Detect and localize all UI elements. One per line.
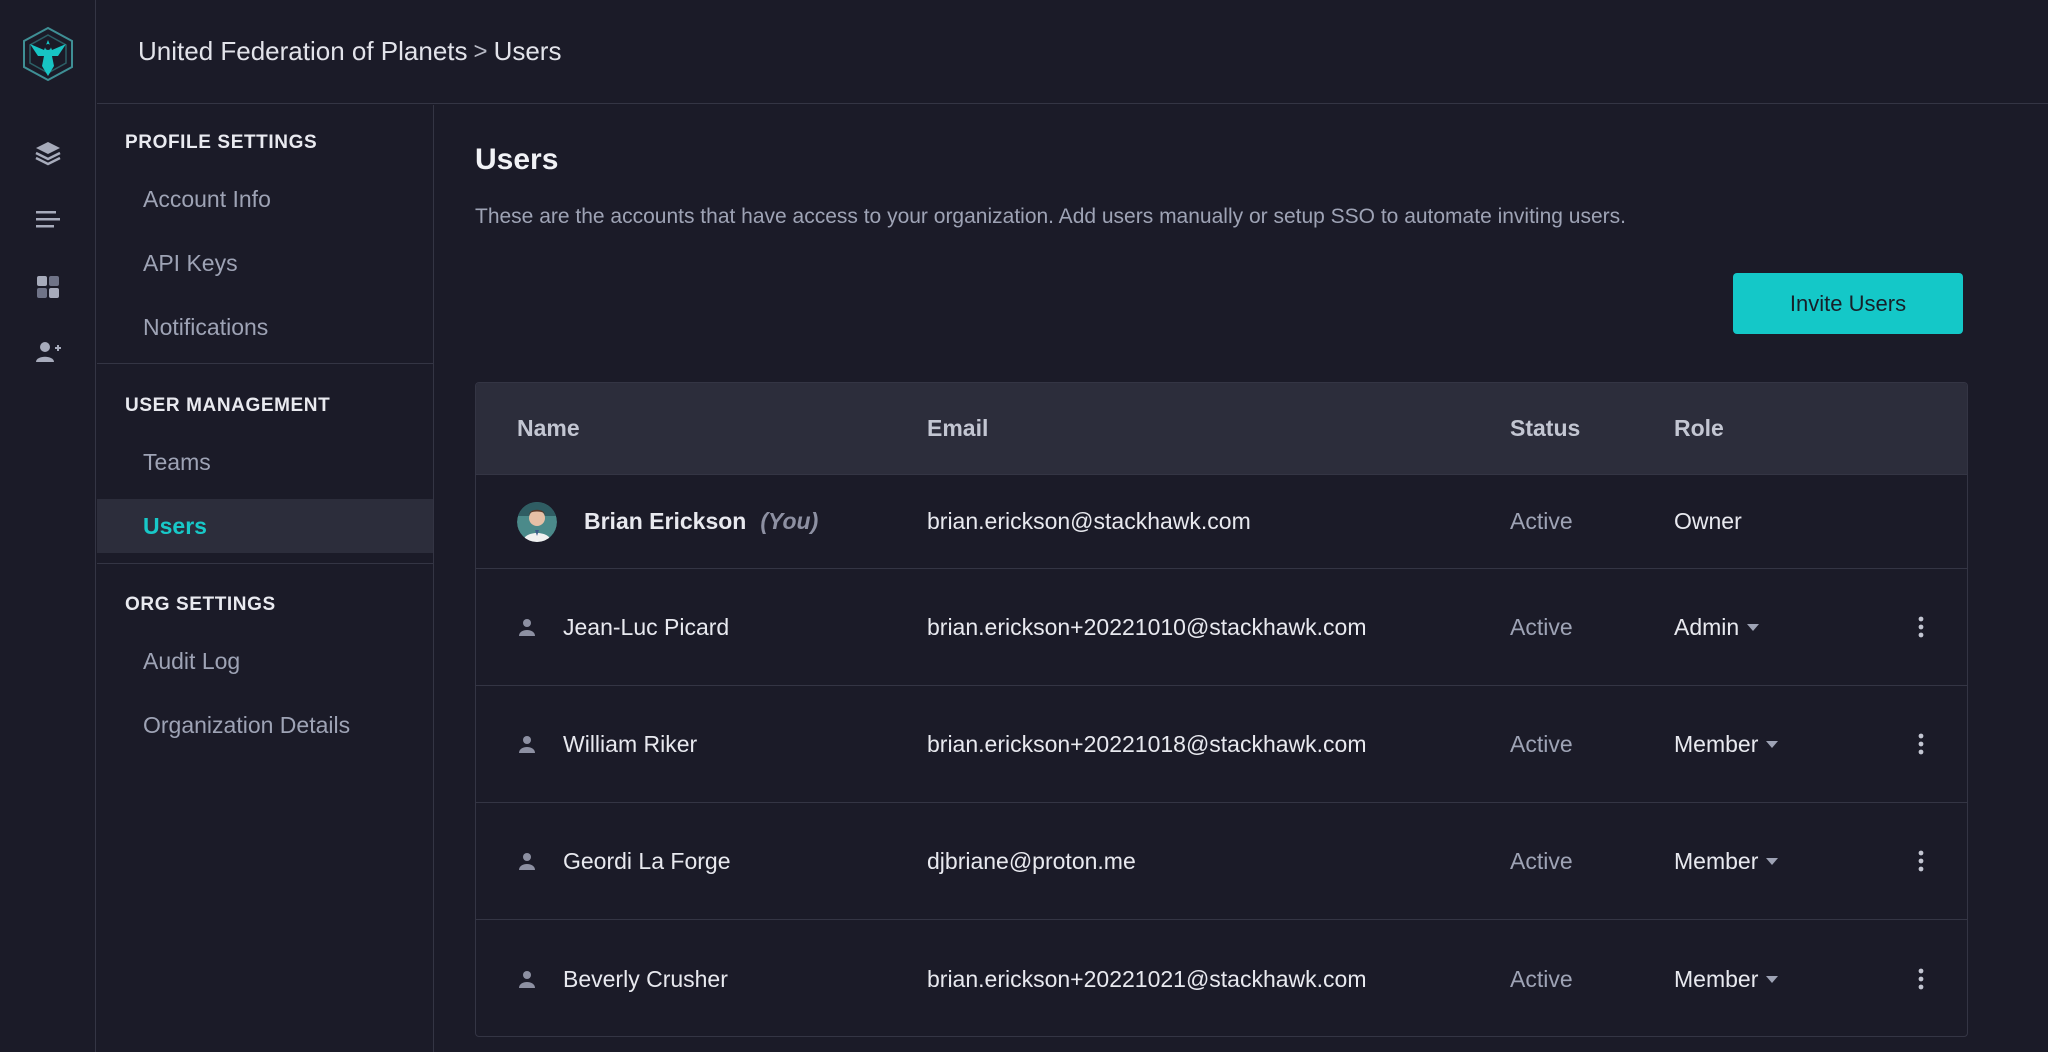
status-badge: Active — [1510, 508, 1573, 534]
status-badge: Active — [1510, 965, 1573, 992]
sidebar-divider — [97, 363, 433, 364]
section-title-profile: PROFILE SETTINGS — [125, 132, 318, 153]
dashboard-icon[interactable] — [32, 271, 64, 303]
sidebar-item-organization-details[interactable]: Organization Details — [97, 698, 433, 752]
user-email: brian.erickson+20221018@stackhawk.com — [927, 730, 1367, 757]
breadcrumb-separator: > — [473, 37, 488, 65]
role-dropdown[interactable]: Admin — [1674, 569, 1760, 685]
sidebar-divider — [97, 563, 433, 564]
status-badge: Active — [1510, 613, 1573, 640]
breadcrumb-org-link[interactable]: United Federation of Planets — [138, 36, 468, 67]
table-row: Geordi La Forge djbriane@proton.me Activ… — [476, 802, 1967, 919]
breadcrumb-current: Users — [493, 36, 562, 66]
role-dropdown[interactable]: Member — [1674, 686, 1779, 802]
user-icon — [519, 736, 535, 753]
sidebar-item-api-keys[interactable]: API Keys — [97, 236, 433, 290]
page-description: These are the accounts that have access … — [475, 205, 1626, 228]
user-name-cell: Beverly Crusher — [517, 920, 728, 1036]
table-row: Brian Erickson (You) brian.erickson@stac… — [476, 474, 1967, 568]
user-email: brian.erickson+20221021@stackhawk.com — [927, 965, 1367, 992]
role-dropdown[interactable]: Member — [1674, 920, 1779, 1036]
user-name: William Riker — [563, 730, 698, 757]
users-table: Name Email Status Role Brian Erickson (Y… — [475, 382, 1968, 1037]
row-actions-button[interactable] — [1918, 569, 1924, 685]
row-actions-button[interactable] — [1918, 920, 1924, 1036]
role-value: Member — [1674, 847, 1759, 874]
chevron-down-icon — [1766, 857, 1779, 865]
logo-icon[interactable] — [20, 26, 76, 82]
status-badge: Active — [1510, 847, 1573, 874]
column-header-status[interactable]: Status — [1510, 383, 1580, 474]
user-icon — [519, 971, 535, 988]
user-name: Geordi La Forge — [563, 847, 731, 874]
settings-sidebar: PROFILE SETTINGS Account Info API Keys N… — [97, 105, 434, 1052]
you-label: (You) — [760, 508, 819, 534]
sidebar-item-account-info[interactable]: Account Info — [97, 172, 433, 226]
kebab-menu-icon — [1918, 733, 1924, 755]
user-name-cell: Brian Erickson (You) — [517, 475, 818, 568]
user-icon — [519, 619, 535, 636]
table-row: Beverly Crusher brian.erickson+20221021@… — [476, 919, 1967, 1036]
role-value: Member — [1674, 730, 1759, 757]
user-email: djbriane@proton.me — [927, 847, 1136, 874]
role-value: Member — [1674, 965, 1759, 992]
column-header-role[interactable]: Role — [1674, 383, 1724, 474]
kebab-menu-icon — [1918, 968, 1924, 990]
chevron-down-icon — [1766, 975, 1779, 983]
invite-users-button[interactable]: Invite Users — [1733, 273, 1963, 334]
table-header: Name Email Status Role — [476, 383, 1967, 474]
user-name-cell: Geordi La Forge — [517, 803, 730, 919]
role-label: Owner — [1674, 508, 1742, 534]
table-row: Jean-Luc Picard brian.erickson+20221010@… — [476, 568, 1967, 685]
user-name-cell: Jean-Luc Picard — [517, 569, 729, 685]
column-header-email[interactable]: Email — [927, 383, 988, 474]
user-icon — [519, 853, 535, 870]
sidebar-item-users[interactable]: Users — [97, 499, 433, 553]
row-actions-button[interactable] — [1918, 686, 1924, 802]
list-icon[interactable] — [32, 204, 64, 236]
chevron-down-icon — [1766, 740, 1779, 748]
app-rail — [0, 0, 96, 1052]
sidebar-item-audit-log[interactable]: Audit Log — [97, 634, 433, 688]
table-row: William Riker brian.erickson+20221018@st… — [476, 685, 1967, 802]
user-name: Brian Erickson — [584, 508, 747, 534]
user-email: brian.erickson+20221010@stackhawk.com — [927, 613, 1367, 640]
user-name-cell: William Riker — [517, 686, 697, 802]
user-name: Jean-Luc Picard — [563, 613, 730, 640]
status-badge: Active — [1510, 730, 1573, 757]
page-title: Users — [475, 143, 559, 176]
breadcrumb: United Federation of Planets > Users — [97, 0, 2048, 104]
user-name: Beverly Crusher — [563, 965, 728, 992]
kebab-menu-icon — [1918, 616, 1924, 638]
sidebar-item-teams[interactable]: Teams — [97, 435, 433, 489]
role-value: Admin — [1674, 613, 1740, 640]
avatar — [517, 501, 557, 542]
sidebar-item-notifications[interactable]: Notifications — [97, 300, 433, 354]
section-title-org-settings: ORG SETTINGS — [125, 594, 276, 615]
column-header-name[interactable]: Name — [517, 383, 580, 474]
role-dropdown[interactable]: Member — [1674, 803, 1779, 919]
layers-icon[interactable] — [32, 137, 64, 169]
chevron-down-icon — [1747, 623, 1760, 631]
kebab-menu-icon — [1918, 850, 1924, 872]
user-email: brian.erickson@stackhawk.com — [927, 508, 1251, 534]
section-title-user-management: USER MANAGEMENT — [125, 395, 331, 416]
row-actions-button[interactable] — [1918, 803, 1924, 919]
add-user-icon[interactable] — [32, 336, 64, 368]
